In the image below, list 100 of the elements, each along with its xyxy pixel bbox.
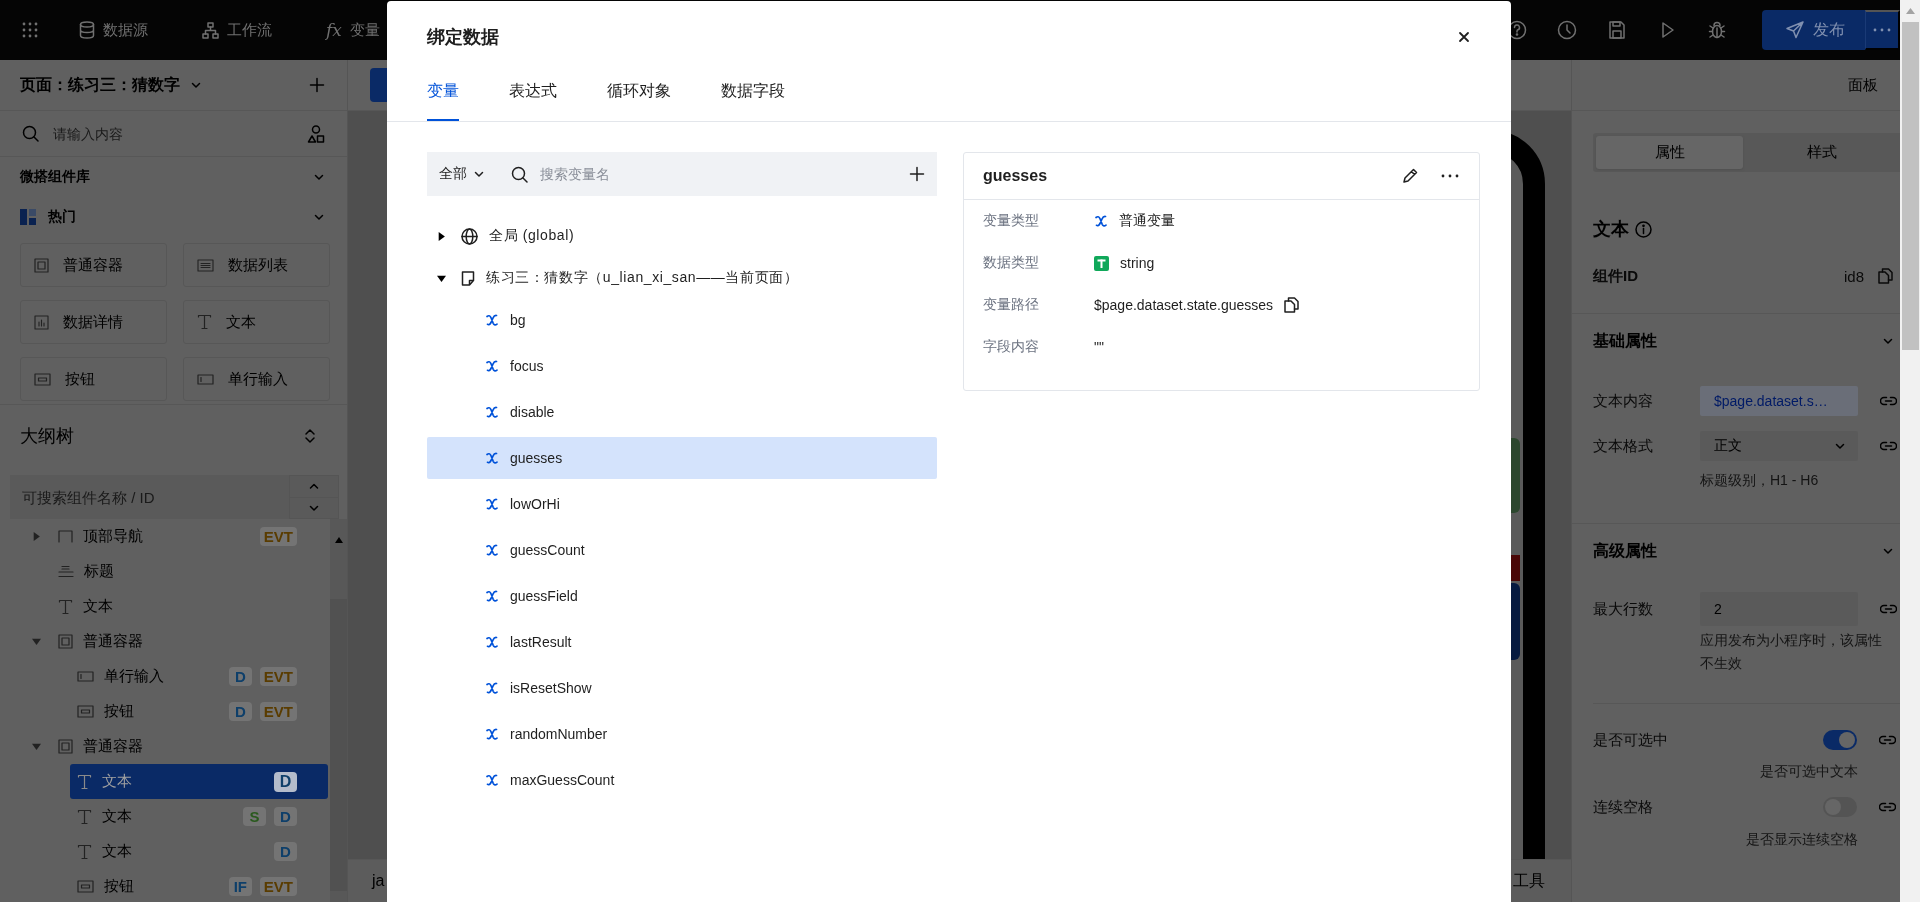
tree-item[interactable]: 文本 D xyxy=(70,764,328,799)
search-field[interactable]: 搜索变量名 xyxy=(528,152,903,196)
tab[interactable]: 表达式 xyxy=(509,50,557,121)
publish-button[interactable]: 发布 xyxy=(1762,10,1865,50)
formula-symbol: fx xyxy=(326,20,342,40)
database-icon xyxy=(79,21,95,39)
component-label: 数据详情 xyxy=(63,312,123,332)
status-text: 工具 xyxy=(1513,870,1545,891)
tree-item[interactable]: 文本 S D xyxy=(70,799,328,834)
text-icon xyxy=(77,773,92,790)
tab[interactable]: 循环对象 xyxy=(607,50,671,121)
variable-name: lowOrHi xyxy=(510,496,560,512)
toggle-switch[interactable] xyxy=(1823,730,1857,750)
shapes-icon[interactable] xyxy=(307,124,325,143)
tree-label: 文本 xyxy=(102,772,132,791)
field-label: 连续空格 xyxy=(1593,797,1654,817)
field-value: "" xyxy=(1094,339,1104,355)
variable-item[interactable]: guessCount xyxy=(427,529,937,571)
link-icon[interactable] xyxy=(1879,802,1896,812)
variable-item[interactable]: guessField xyxy=(427,575,937,617)
component-card[interactable]: 数据列表 xyxy=(183,243,330,287)
info-icon[interactable] xyxy=(1635,220,1652,238)
tree-item[interactable]: 单行输入 D EVT xyxy=(70,659,328,694)
tab[interactable]: 数据字段 xyxy=(721,50,785,121)
tree-item[interactable]: 按钮 IF EVT xyxy=(70,869,328,902)
nav-tab[interactable]: 数据源 xyxy=(79,14,148,46)
text-field[interactable]: 2 xyxy=(1700,592,1858,626)
variable-item[interactable]: bg xyxy=(427,299,937,341)
field-label: 变量路径 xyxy=(983,296,1040,314)
tree-item[interactable]: 按钮 D EVT xyxy=(70,694,328,729)
variable-item[interactable]: focus xyxy=(427,345,937,387)
component-card[interactable]: 按钮 xyxy=(20,357,167,401)
input-icon xyxy=(197,373,214,385)
copy-icon[interactable] xyxy=(1284,297,1300,313)
variable-item[interactable]: randomNumber xyxy=(427,713,937,755)
debug-icon[interactable] xyxy=(1707,20,1727,40)
tree-item[interactable]: 普通容器 xyxy=(26,729,328,764)
field-label: 数据类型 xyxy=(983,254,1040,272)
variable-item[interactable]: disable xyxy=(427,391,937,433)
scroll-up-icon[interactable] xyxy=(1905,8,1915,14)
tree-item[interactable]: 顶部导航 EVT xyxy=(26,519,328,554)
status-tag: EVT xyxy=(259,527,297,546)
component-card[interactable]: 单行输入 xyxy=(183,357,330,401)
link-icon[interactable] xyxy=(1880,396,1897,406)
add-icon[interactable] xyxy=(309,77,325,93)
component-card[interactable]: 文本 xyxy=(183,300,330,344)
scroll-up-icon[interactable] xyxy=(334,537,343,543)
tree-label: 普通容器 xyxy=(83,737,143,756)
history-icon[interactable] xyxy=(1557,20,1577,40)
status-tag: IF xyxy=(228,877,252,896)
tree-item[interactable]: 文本 xyxy=(26,589,328,624)
component-card[interactable]: 数据详情 xyxy=(20,300,167,344)
string-type-icon xyxy=(1094,255,1109,271)
search-field[interactable]: 请输入内容 xyxy=(51,124,295,143)
component-card[interactable]: 普通容器 xyxy=(20,243,167,287)
variable-name: randomNumber xyxy=(510,726,608,742)
variable-item[interactable]: guesses xyxy=(427,437,937,479)
globe-icon xyxy=(461,227,478,245)
link-icon[interactable] xyxy=(1880,441,1897,451)
tree-item[interactable]: 文本 D xyxy=(70,834,328,869)
variable-item[interactable]: lastResult xyxy=(427,621,937,663)
close-icon[interactable] xyxy=(1457,30,1471,44)
variable-item[interactable]: maxGuessCount xyxy=(427,759,937,801)
variable-name: guessField xyxy=(510,588,578,604)
tab[interactable]: 变量 xyxy=(427,50,459,121)
variable-item[interactable]: lowOrHi xyxy=(427,483,937,525)
tab[interactable]: 属性 xyxy=(1596,136,1743,169)
tree-label: 练习三：猜数字（u_lian_xi_san——当前页面） xyxy=(486,269,799,287)
variable-item[interactable]: isResetShow xyxy=(427,667,937,709)
nav-tab[interactable]: 工作流 xyxy=(202,14,272,46)
more-button[interactable] xyxy=(1865,10,1900,50)
component-label: 单行输入 xyxy=(228,369,288,389)
field-label: 变量类型 xyxy=(983,212,1040,230)
scrollbar-thumb[interactable] xyxy=(1901,22,1919,350)
component-label: 数据列表 xyxy=(228,255,288,275)
select-field[interactable]: 正文 xyxy=(1700,431,1858,461)
expand-arrow-icon[interactable] xyxy=(437,231,446,241)
tree-item[interactable]: 全局 (global) xyxy=(427,215,937,257)
variable-title: guesses xyxy=(983,167,1049,185)
text-field[interactable]: $page.dataset.s… xyxy=(1700,386,1858,416)
filter-dropdown[interactable]: 全部 xyxy=(427,152,499,196)
link-icon[interactable] xyxy=(1880,604,1897,614)
tree-item[interactable]: 标题 xyxy=(26,554,328,589)
add-icon[interactable] xyxy=(909,166,925,182)
grid-icon[interactable] xyxy=(22,22,38,38)
frame-icon xyxy=(58,530,73,543)
search-icon xyxy=(511,165,528,183)
variable-icon xyxy=(485,313,499,327)
nav-tab[interactable]: fx 变量 xyxy=(326,14,380,46)
tree-item[interactable]: 练习三：猜数字（u_lian_xi_san——当前页面） xyxy=(427,257,937,299)
tree-item[interactable]: 普通容器 xyxy=(26,624,328,659)
save-icon[interactable] xyxy=(1607,20,1627,40)
hint-text: 是否显示连续空格 xyxy=(1745,830,1858,849)
more-icon[interactable] xyxy=(1440,173,1460,179)
expand-collapse-icon[interactable] xyxy=(303,427,317,445)
component-label: 普通容器 xyxy=(63,255,123,275)
edit-icon[interactable] xyxy=(1402,168,1418,184)
tab[interactable]: 样式 xyxy=(1743,136,1900,169)
collapse-arrow-icon[interactable] xyxy=(437,273,446,283)
link-icon[interactable] xyxy=(1879,735,1896,745)
